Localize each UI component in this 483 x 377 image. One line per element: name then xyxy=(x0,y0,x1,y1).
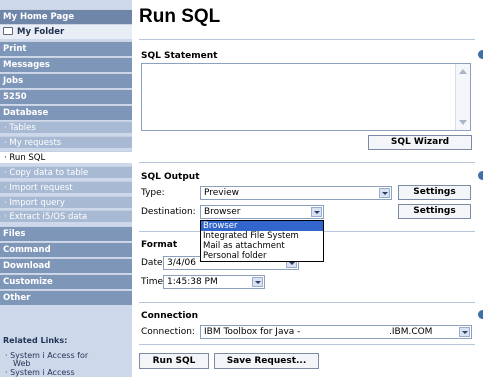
scroll-down-icon[interactable] xyxy=(459,120,467,125)
type-select[interactable]: Preview xyxy=(200,186,392,200)
connection-select-value: IBM Toolbox for Java - xyxy=(204,327,301,337)
destination-select-value: Browser xyxy=(204,207,241,217)
sidebar-item-5250[interactable]: 5250 xyxy=(0,89,132,104)
sidebar-subitem-tables[interactable]: · Tables xyxy=(0,121,132,133)
date-label: Date: xyxy=(141,258,166,268)
run-sql-button[interactable]: Run SQL xyxy=(139,353,209,369)
connection-select[interactable]: IBM Toolbox for Java - .IBM.COM xyxy=(200,325,472,339)
type-select-value: Preview xyxy=(204,188,240,198)
sidebar-subitem-copy-data[interactable]: · Copy data to table xyxy=(0,166,132,178)
sidebar-item-customize[interactable]: Customize xyxy=(0,274,132,289)
dropdown-option-integrated-file-system[interactable]: Integrated File System xyxy=(201,231,323,241)
divider xyxy=(139,39,475,40)
sidebar: My Home Page My Folder Print Messages Jo… xyxy=(0,0,132,377)
sidebar-subitem-my-requests[interactable]: · My requests xyxy=(0,136,132,148)
help-icon[interactable] xyxy=(478,171,483,180)
connection-heading: Connection xyxy=(141,311,199,321)
chevron-down-icon xyxy=(459,327,470,337)
sidebar-subitem-import-request[interactable]: · Import request xyxy=(0,181,132,193)
related-link-web[interactable]: Web xyxy=(13,359,30,368)
destination-label: Destination: xyxy=(141,207,196,217)
sql-statement-textarea[interactable] xyxy=(141,63,471,131)
destination-dropdown-list: Browser Integrated File System Mail as a… xyxy=(200,220,324,262)
page-title: Run SQL xyxy=(139,6,221,27)
sidebar-item-my-home-page[interactable]: My Home Page xyxy=(0,9,132,24)
sql-statement-heading: SQL Statement xyxy=(141,51,218,61)
dropdown-option-personal-folder[interactable]: Personal folder xyxy=(201,251,323,261)
sidebar-item-my-folder[interactable]: My Folder xyxy=(0,24,132,39)
sidebar-subitem-extract[interactable]: · Extract i5/OS data xyxy=(0,210,132,222)
time-select[interactable]: 1:45:38 PM xyxy=(163,275,265,289)
save-request-button[interactable]: Save Request... xyxy=(214,353,319,369)
sql-wizard-button[interactable]: SQL Wizard xyxy=(368,135,472,150)
sidebar-item-database[interactable]: Database xyxy=(0,105,132,120)
divider xyxy=(139,344,475,345)
sidebar-item-print[interactable]: Print xyxy=(0,41,132,56)
connection-label: Connection: xyxy=(141,327,195,337)
divider xyxy=(139,302,475,303)
sidebar-item-download[interactable]: Download xyxy=(0,258,132,273)
sidebar-item-files[interactable]: Files xyxy=(0,226,132,241)
destination-select[interactable]: Browser xyxy=(200,205,324,219)
sidebar-item-label: My Folder xyxy=(17,27,65,37)
divider xyxy=(139,162,475,163)
sidebar-subitem-run-sql[interactable]: · Run SQL xyxy=(0,151,132,163)
sidebar-subitem-import-query[interactable]: · Import query xyxy=(0,196,132,208)
date-select-value: 3/4/06 xyxy=(167,258,196,268)
time-select-value: 1:45:38 PM xyxy=(167,277,218,287)
scroll-up-icon[interactable] xyxy=(459,69,467,74)
type-settings-button[interactable]: Settings xyxy=(398,185,471,200)
chevron-down-icon xyxy=(311,207,322,217)
chevron-down-icon xyxy=(252,277,263,287)
related-link-system-i-access[interactable]: · System i Access xyxy=(5,368,75,377)
chevron-down-icon xyxy=(379,188,390,198)
help-icon[interactable] xyxy=(478,50,483,59)
related-links-heading: Related Links: xyxy=(3,336,68,345)
help-icon[interactable] xyxy=(478,310,483,319)
type-label: Type: xyxy=(141,188,165,198)
connection-select-suffix: .IBM.COM xyxy=(389,327,433,337)
folder-icon xyxy=(3,27,13,35)
sidebar-item-jobs[interactable]: Jobs xyxy=(0,73,132,88)
destination-settings-button[interactable]: Settings xyxy=(398,204,471,219)
scrollbar[interactable] xyxy=(455,64,470,130)
dropdown-option-mail-as-attachment[interactable]: Mail as attachment xyxy=(201,241,323,251)
format-heading: Format xyxy=(141,240,178,250)
dropdown-option-browser[interactable]: Browser xyxy=(201,221,323,231)
sidebar-item-messages[interactable]: Messages xyxy=(0,57,132,72)
sidebar-item-command[interactable]: Command xyxy=(0,242,132,257)
sql-output-heading: SQL Output xyxy=(141,172,200,182)
sidebar-item-other[interactable]: Other xyxy=(0,290,132,305)
